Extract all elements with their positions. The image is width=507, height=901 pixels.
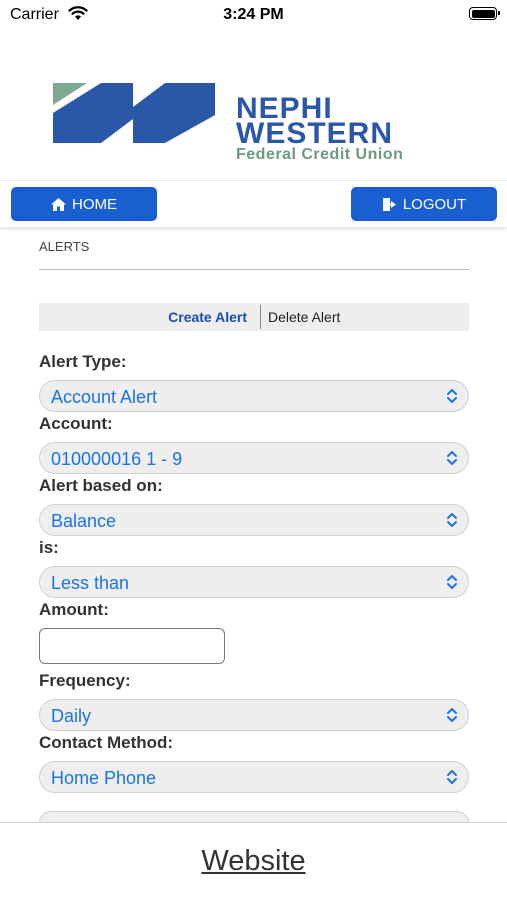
alert-tabs: Create Alert Delete Alert	[39, 303, 469, 331]
tab-create-alert[interactable]: Create Alert	[39, 303, 260, 331]
comparison-value: Less than	[51, 573, 130, 593]
chevron-updown-icon	[446, 450, 458, 471]
logout-icon	[382, 197, 397, 212]
frequency-label: Frequency:	[39, 671, 131, 690]
logo-mark-icon	[53, 83, 215, 143]
status-bar: Carrier 3:24 PM	[0, 0, 507, 30]
tab-delete-alert[interactable]: Delete Alert	[268, 303, 340, 331]
chevron-updown-icon	[446, 512, 458, 533]
contact-method-value: Home Phone	[51, 768, 157, 788]
status-time: 3:24 PM	[223, 6, 284, 23]
home-button[interactable]: HOME	[11, 187, 157, 221]
account-select[interactable]: 010000016 1 - 9	[39, 442, 469, 474]
credit-union-logo: NEPHI WESTERN Federal Credit Union	[50, 78, 490, 168]
chevron-updown-icon	[446, 707, 458, 728]
home-button-label: HOME	[72, 195, 117, 213]
footer: Website	[0, 822, 507, 901]
contact-method-label: Contact Method:	[39, 733, 174, 752]
based-on-label: Alert based on:	[39, 476, 163, 495]
alert-type-label: Alert Type:	[39, 352, 127, 371]
title-divider	[39, 269, 469, 270]
logout-button[interactable]: LOGOUT	[351, 187, 497, 221]
home-icon	[51, 197, 66, 211]
frequency-value: Daily	[51, 706, 92, 726]
based-on-value: Balance	[51, 511, 117, 531]
logo-text-western: WESTERN	[236, 117, 393, 150]
chevron-updown-icon	[446, 769, 458, 790]
contact-method-select[interactable]: Home Phone	[39, 761, 469, 793]
account-value: 010000016 1 - 9	[51, 449, 183, 469]
based-on-select[interactable]: Balance	[39, 504, 469, 536]
amount-label: Amount:	[39, 600, 109, 619]
account-label: Account:	[39, 414, 113, 433]
tab-separator	[260, 305, 261, 329]
page-title: ALERTS	[39, 239, 90, 254]
chevron-updown-icon	[446, 388, 458, 409]
logout-button-label: LOGOUT	[402, 195, 467, 213]
comparison-select[interactable]: Less than	[39, 566, 469, 598]
frequency-select[interactable]: Daily	[39, 699, 469, 731]
chevron-updown-icon	[446, 574, 458, 595]
battery-icon	[469, 7, 500, 20]
alert-type-value: Account Alert	[51, 387, 158, 407]
amount-input[interactable]	[39, 628, 225, 664]
is-label: is:	[39, 538, 59, 557]
logo-text-fcu: Federal Credit Union	[236, 146, 404, 163]
nav-bar: HOME LOGOUT	[0, 180, 507, 227]
website-link[interactable]: Website	[0, 845, 507, 878]
alert-type-select[interactable]: Account Alert	[39, 380, 469, 412]
